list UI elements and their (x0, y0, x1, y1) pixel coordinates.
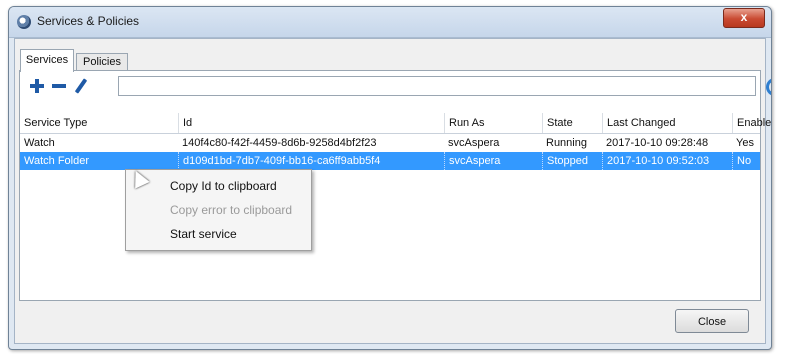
column-header-service-type[interactable]: Service Type (20, 113, 178, 133)
column-header-id[interactable]: Id (178, 113, 444, 133)
title-bar[interactable]: Services & Policies x (9, 7, 771, 38)
cell-state: Stopped (542, 152, 602, 170)
column-header-run-as[interactable]: Run As (444, 113, 542, 133)
context-menu: Copy Id to clipboard Copy error to clipb… (125, 169, 312, 251)
add-service-button[interactable] (28, 77, 46, 95)
edit-service-button[interactable] (72, 77, 90, 95)
table-header: Service Type Id Run As State Last Change… (20, 113, 771, 134)
menu-item-start-service[interactable]: Start service (126, 223, 311, 245)
toolbar (20, 71, 771, 101)
cell-run-as: svcAspera (444, 152, 542, 170)
cell-service-type: Watch (24, 137, 55, 149)
filter-input[interactable] (118, 76, 756, 96)
close-icon: x (740, 10, 748, 24)
column-header-last-changed[interactable]: Last Changed (602, 113, 732, 133)
column-header-state[interactable]: State (542, 113, 602, 133)
window-title: Services & Policies (37, 14, 140, 28)
menu-item-copy-id[interactable]: Copy Id to clipboard (126, 175, 311, 197)
cell-last-changed: 2017-10-10 09:52:03 (602, 152, 732, 170)
app-icon (17, 15, 31, 29)
cell-last-changed: 2017-10-10 09:28:48 (606, 137, 709, 149)
cell-enabled: Yes (736, 137, 754, 149)
menu-item-copy-error: Copy error to clipboard (170, 203, 293, 217)
table-row-selected[interactable]: Watch Folder d109d1bd-7db7-409f-bb16-ca6… (20, 152, 760, 170)
refresh-icon[interactable] (766, 78, 771, 96)
tab-policies[interactable]: Policies (76, 53, 128, 70)
column-header-enabled[interactable]: Enabled (732, 113, 771, 133)
cell-run-as: svcAspera (448, 137, 500, 149)
cell-state: Running (546, 137, 587, 149)
cell-id: 140f4c80-f42f-4459-8d6b-9258d4bf2f23 (182, 137, 377, 149)
window-close-button[interactable]: x (723, 8, 765, 28)
services-policies-window: Services & Policies x Services Policies … (8, 6, 772, 350)
close-button[interactable]: Close (675, 309, 749, 333)
cell-enabled: No (732, 152, 771, 170)
tab-services[interactable]: Services (20, 49, 74, 72)
remove-service-button[interactable] (50, 77, 68, 95)
cell-id: d109d1bd-7db7-409f-bb16-ca6ff9abb5f4 (178, 152, 444, 170)
table-row[interactable]: Watch 140f4c80-f42f-4459-8d6b-9258d4bf2f… (20, 134, 760, 152)
cell-service-type: Watch Folder (24, 155, 90, 167)
